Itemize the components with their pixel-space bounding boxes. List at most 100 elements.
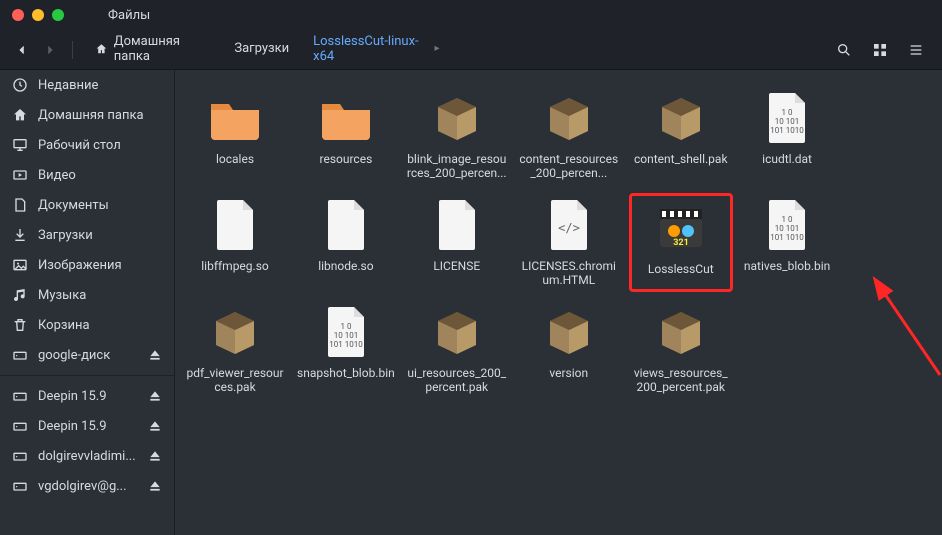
sidebar-item-документы[interactable]: Документы (0, 190, 174, 220)
hamburger-menu-button[interactable] (902, 36, 930, 64)
window-maximize[interactable] (52, 9, 64, 21)
svg-text:101 1010: 101 1010 (770, 126, 804, 135)
chevron-left-icon (15, 43, 29, 57)
file-item-version[interactable]: version (517, 300, 621, 399)
sidebar-item-видео[interactable]: Видео (0, 160, 174, 190)
file-label: libnode.so (318, 259, 373, 273)
breadcrumb: Домашняя папка Загрузки LosslessCut-linu… (85, 28, 450, 72)
svg-text:101 1010: 101 1010 (329, 340, 363, 349)
search-button[interactable] (830, 36, 858, 64)
grid-icon (872, 42, 888, 58)
toolbar: Домашняя папка Загрузки LosslessCut-linu… (0, 30, 942, 70)
chevron-down-icon: ▸ (434, 43, 439, 54)
sidebar-item-недавние[interactable]: Недавние (0, 70, 174, 100)
file-item-libffmpeg-so[interactable]: libffmpeg.so (183, 193, 287, 292)
sidebar-item-изображения[interactable]: Изображения (0, 250, 174, 280)
html-icon: </> (541, 197, 597, 253)
sidebar-item-музыка[interactable]: Музыка (0, 280, 174, 310)
sidebar-item-label: Рабочий стол (38, 138, 121, 153)
sidebar-item-label: Корзина (38, 318, 90, 333)
file-item-pdf-viewer-resources-pak[interactable]: pdf_viewer_resources.pak (183, 300, 287, 399)
breadcrumb-current-label: LosslessCut-linux-x64 (313, 34, 428, 64)
file-label: locales (216, 152, 254, 166)
media-icon: 321 (653, 200, 709, 256)
sidebar-item-label: Видео (38, 168, 76, 183)
file-item-views-resources-200-percent-pak[interactable]: views_resources_200_percent.pak (629, 300, 733, 399)
home-icon (95, 42, 108, 56)
sidebar-item-рабочий-стол[interactable]: Рабочий стол (0, 130, 174, 160)
file-label: pdf_viewer_resources.pak (185, 366, 285, 395)
documents-icon (12, 197, 28, 213)
svg-text:101 1010: 101 1010 (770, 233, 804, 242)
sidebar-item-label: vgdolgirev@g... (38, 479, 127, 494)
file-item-libnode-so[interactable]: libnode.so (295, 193, 397, 292)
file-label: content_shell.pak (634, 152, 728, 166)
eject-icon[interactable] (148, 419, 162, 433)
home-icon (12, 107, 28, 123)
breadcrumb-home-label: Домашняя папка (114, 34, 211, 64)
eject-icon[interactable] (148, 449, 162, 463)
breadcrumb-current[interactable]: LosslessCut-linux-x64 ▸ (303, 28, 449, 72)
file-label: resources (320, 152, 373, 166)
file-item-blink-image-resources-200-percen-[interactable]: blink_image_resources_200_percen... (405, 86, 509, 185)
eject-icon[interactable] (148, 479, 162, 493)
svg-text:1 0: 1 0 (340, 322, 351, 331)
svg-text:10 101: 10 101 (334, 331, 358, 340)
eject-icon[interactable] (148, 389, 162, 403)
sidebar-item-deepin-15-9[interactable]: Deepin 15.9 (0, 381, 174, 411)
file-item-content-resources-200-percen-[interactable]: content_resources_200_percen... (517, 86, 621, 185)
sidebar-item-загрузки[interactable]: Загрузки (0, 220, 174, 250)
breadcrumb-downloads[interactable]: Загрузки (224, 35, 299, 64)
music-icon (12, 287, 28, 303)
sidebar-item-домашняя-папка[interactable]: Домашняя папка (0, 100, 174, 130)
file-item-ui-resources-200-percent-pak[interactable]: ui_resources_200_percent.pak (405, 300, 509, 399)
binary-icon: 1 010 101101 1010 (759, 197, 815, 253)
clock-icon (12, 77, 28, 93)
file-label: LICENSES.chromium.HTML (519, 259, 619, 288)
sidebar-item-vgdolgirev-g-[interactable]: vgdolgirev@g... (0, 471, 174, 501)
separator (72, 41, 73, 59)
file-item-snapshot-blob-bin[interactable]: 1 010 101101 1010snapshot_blob.bin (295, 300, 397, 399)
file-icon (429, 197, 485, 253)
file-item-icudtl-dat[interactable]: 1 010 101101 1010icudtl.dat (741, 86, 834, 185)
file-label: blink_image_resources_200_percen... (407, 152, 507, 181)
file-item-licenses-chromium-html[interactable]: </> LICENSES.chromium.HTML (517, 193, 621, 292)
sidebar-item-deepin-15-9[interactable]: Deepin 15.9 (0, 411, 174, 441)
folder-icon (207, 90, 263, 146)
sidebar-item-label: Документы (38, 198, 109, 213)
file-item-natives-blob-bin[interactable]: 1 010 101101 1010natives_blob.bin (741, 193, 834, 292)
forward-button[interactable] (40, 40, 60, 60)
window-title: Файлы (108, 8, 150, 23)
file-item-locales[interactable]: locales (183, 86, 287, 185)
package-icon (429, 90, 485, 146)
file-item-license[interactable]: LICENSE (405, 193, 509, 292)
sidebar-separator (0, 375, 174, 376)
desktop-icon (12, 137, 28, 153)
sidebar-item-google-диск[interactable]: google-диск (0, 340, 174, 370)
package-icon (207, 304, 263, 360)
view-toggle-button[interactable] (866, 36, 894, 64)
eject-icon[interactable] (148, 348, 162, 362)
window-close[interactable] (12, 9, 24, 21)
file-content-area[interactable]: locales resources blink_image_resources_20… (175, 70, 942, 535)
file-item-content-shell-pak[interactable]: content_shell.pak (629, 86, 733, 185)
breadcrumb-home[interactable]: Домашняя папка (85, 28, 220, 72)
package-icon (653, 304, 709, 360)
svg-text:321: 321 (673, 238, 689, 248)
sidebar-item-dolgirevvladimi-[interactable]: dolgirevvladimi... (0, 441, 174, 471)
file-icon (318, 197, 374, 253)
file-label: views_resources_200_percent.pak (631, 366, 731, 395)
package-icon (653, 90, 709, 146)
sidebar-item-корзина[interactable]: Корзина (0, 310, 174, 340)
file-label: content_resources_200_percen... (519, 152, 619, 181)
svg-text:1 0: 1 0 (782, 108, 793, 117)
hamburger-icon (908, 42, 924, 58)
search-icon (836, 42, 852, 58)
file-item-resources[interactable]: resources (295, 86, 397, 185)
file-item-losslesscut[interactable]: 321LosslessCut (629, 193, 733, 292)
back-button[interactable] (12, 40, 32, 60)
breadcrumb-downloads-label: Загрузки (234, 41, 289, 56)
window-minimize[interactable] (32, 9, 44, 21)
package-icon (429, 304, 485, 360)
svg-text:10 101: 10 101 (775, 224, 799, 233)
